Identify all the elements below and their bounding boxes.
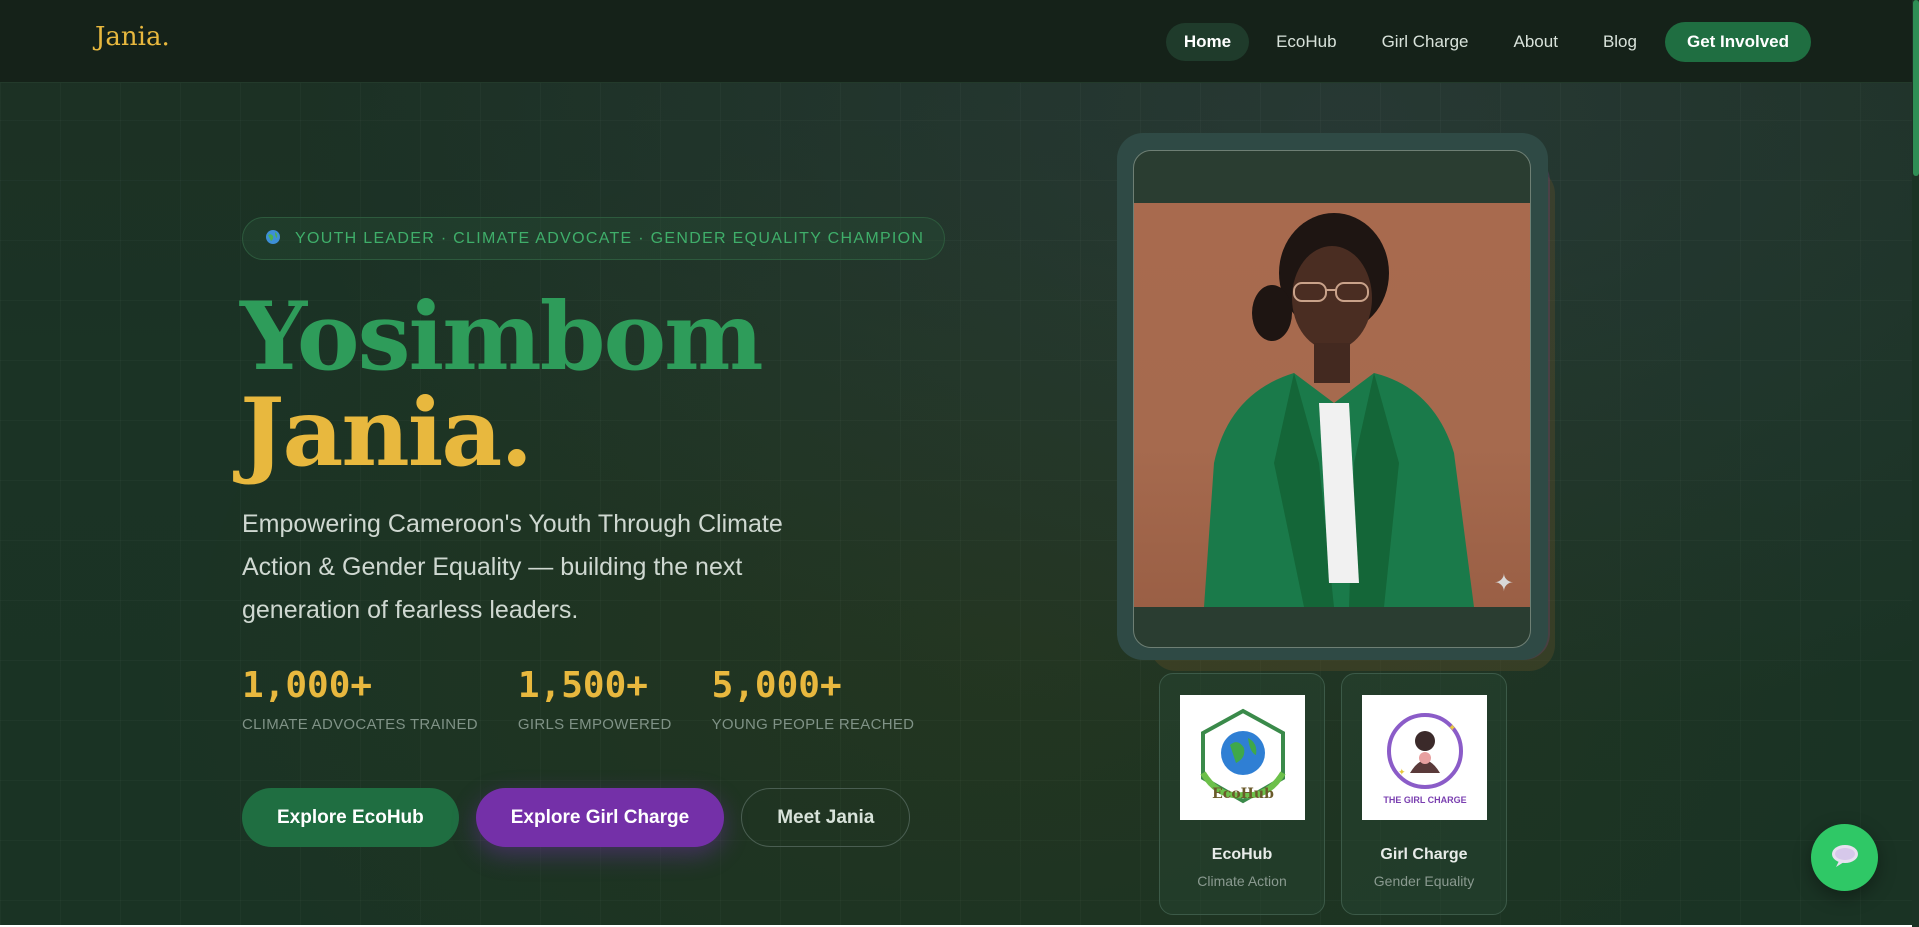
globe-icon — [265, 229, 281, 249]
hero-last-name: Jania. — [240, 378, 533, 488]
tagline-text: YOUTH LEADER · CLIMATE ADVOCATE · GENDER… — [295, 229, 925, 247]
stat-young-people: 5,000+ YOUNG PEOPLE REACHED — [711, 665, 915, 734]
explore-ecohub-button[interactable]: Explore EcoHub — [242, 788, 459, 847]
nav-link-ecohub[interactable]: EcoHub — [1258, 23, 1354, 61]
top-navbar: Jania. Home EcoHub Girl Charge About Blo… — [0, 0, 1912, 83]
stat-label: YOUNG PEOPLE REACHED — [711, 716, 915, 733]
chat-bubble-icon — [1830, 843, 1860, 873]
tagline-badge: YOUTH LEADER · CLIMATE ADVOCATE · GENDER… — [242, 217, 946, 260]
svg-text:✦: ✦ — [1448, 723, 1456, 734]
stat-value: 5,000+ — [711, 665, 842, 706]
nav-link-blog[interactable]: Blog — [1585, 23, 1655, 61]
nav-links: Home EcoHub Girl Charge About Blog Get I… — [1157, 22, 1811, 62]
program-card-girl-charge[interactable]: ✦ ✦ THE GIRL CHARGE Girl Charge Gender E… — [1341, 673, 1507, 915]
svg-text:✦: ✦ — [1398, 768, 1406, 778]
nav-link-girl-charge[interactable]: Girl Charge — [1364, 23, 1487, 61]
hero-first-name: Yosimbom — [240, 282, 764, 392]
hero-subtitle: Empowering Cameroon's Youth Through Clim… — [242, 510, 783, 624]
stat-label: CLIMATE ADVOCATES TRAINED — [242, 716, 478, 733]
svg-text:EcoHub: EcoHub — [1212, 786, 1274, 802]
stat-climate-advocates: 1,000+ CLIMATE ADVOCATES TRAINED — [242, 665, 478, 734]
girl-charge-logo: ✦ ✦ THE GIRL CHARGE — [1362, 695, 1487, 820]
stat-label: GIRLS EMPOWERED — [517, 716, 672, 733]
program-subtitle: Climate Action — [1197, 873, 1287, 889]
program-title: EcoHub — [1211, 846, 1273, 863]
program-title: Girl Charge — [1380, 846, 1468, 863]
nav-link-about[interactable]: About — [1496, 23, 1576, 61]
explore-girl-charge-button[interactable]: Explore Girl Charge — [475, 788, 725, 847]
svg-text:THE GIRL CHARGE: THE GIRL CHARGE — [1383, 795, 1466, 805]
portrait-card: ✦ — [1133, 150, 1531, 648]
chat-button[interactable] — [1811, 824, 1878, 891]
stats-row: 1,000+ CLIMATE ADVOCATES TRAINED 1,500+ … — [242, 665, 954, 734]
scrollbar-thumb[interactable] — [1913, 0, 1919, 176]
get-involved-button[interactable]: Get Involved — [1664, 22, 1811, 62]
page: Jania. Home EcoHub Girl Charge About Blo… — [0, 0, 1912, 927]
stat-value: 1,500+ — [517, 665, 648, 706]
portrait-photo: ✦ — [1134, 203, 1530, 607]
program-subtitle: Gender Equality — [1373, 873, 1475, 889]
meet-jania-button[interactable]: Meet Jania — [741, 788, 911, 847]
sparkle-icon: ✦ — [1493, 569, 1514, 597]
site-logo[interactable]: Jania. — [95, 22, 170, 52]
hero-section: Jania. Home EcoHub Girl Charge About Blo… — [0, 0, 1912, 925]
nav-link-home[interactable]: Home — [1165, 23, 1250, 61]
hero-buttons: Explore EcoHub Explore Girl Charge Meet … — [242, 788, 927, 847]
stat-value: 1,000+ — [242, 665, 373, 706]
stat-girls-empowered: 1,500+ GIRLS EMPOWERED — [517, 665, 672, 734]
program-card-ecohub[interactable]: EcoHub EcoHub Climate Action — [1159, 673, 1325, 915]
ecohub-logo: EcoHub — [1180, 695, 1305, 820]
